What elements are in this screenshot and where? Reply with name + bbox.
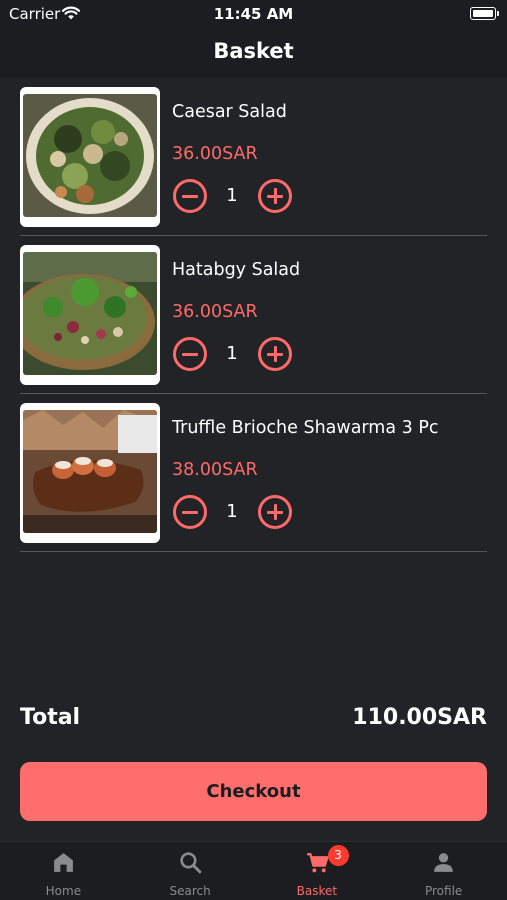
increase-quantity-button[interactable] [258, 495, 292, 529]
item-price: 36.00SAR [172, 144, 258, 164]
basket-item: Caesar Salad 36.00SAR 1 [0, 78, 507, 236]
tab-label: Basket [296, 884, 338, 898]
item-thumbnail[interactable] [20, 403, 160, 543]
decrease-quantity-button[interactable] [173, 495, 207, 529]
cart-icon [306, 853, 329, 873]
decrease-quantity-button[interactable] [173, 179, 207, 213]
tab-basket[interactable]: 3 Basket [254, 842, 381, 900]
item-quantity: 1 [226, 185, 238, 206]
nav-bar: Basket [0, 28, 507, 78]
item-price: 36.00SAR [172, 302, 258, 322]
basket-item: Hatabgy Salad 36.00SAR 1 [0, 236, 507, 394]
minus-icon [182, 510, 198, 514]
item-name: Caesar Salad [172, 102, 287, 122]
basket-list: Caesar Salad 36.00SAR 1 Hatabgy Salad 36… [0, 78, 507, 552]
hatabgy-salad-image [23, 252, 157, 375]
item-price: 38.00SAR [172, 460, 258, 480]
tab-label: Profile [424, 884, 463, 898]
increase-quantity-button[interactable] [258, 337, 292, 371]
item-thumbnail[interactable] [20, 245, 160, 385]
item-name: Hatabgy Salad [172, 260, 301, 280]
divider [20, 551, 487, 552]
tab-search[interactable]: Search [127, 842, 254, 900]
caesar-salad-image [23, 94, 157, 217]
decrease-quantity-button[interactable] [173, 337, 207, 371]
person-icon [434, 853, 454, 872]
tab-label: Home [45, 884, 82, 898]
tab-label: Search [169, 884, 211, 898]
checkout-button[interactable]: Checkout [20, 762, 487, 821]
minus-icon [182, 352, 198, 356]
increase-quantity-button[interactable] [258, 179, 292, 213]
tab-bar: Home Search 3 Basket Profile [0, 841, 507, 900]
item-name: Truffle Brioche Shawarma 3 Pc [172, 418, 439, 438]
item-thumbnail[interactable] [20, 87, 160, 227]
status-time: 11:45 AM [213, 5, 294, 23]
tab-home[interactable]: Home [0, 842, 127, 900]
status-bar: Carrier 11:45 AM [0, 0, 507, 28]
total-label: Total [20, 705, 81, 730]
battery-icon [470, 7, 499, 20]
tab-profile[interactable]: Profile [380, 842, 507, 900]
basket-item: Truffle Brioche Shawarma 3 Pc 38.00SAR 1 [0, 394, 507, 552]
search-icon [180, 852, 202, 874]
home-icon [54, 853, 73, 872]
minus-icon [182, 194, 198, 198]
total-value: 110.00SAR [352, 705, 487, 730]
shawarma-image [23, 410, 157, 533]
item-quantity: 1 [226, 501, 238, 522]
page-title: Basket [213, 39, 294, 63]
item-quantity: 1 [226, 343, 238, 364]
cart-count-badge: 3 [327, 845, 349, 866]
